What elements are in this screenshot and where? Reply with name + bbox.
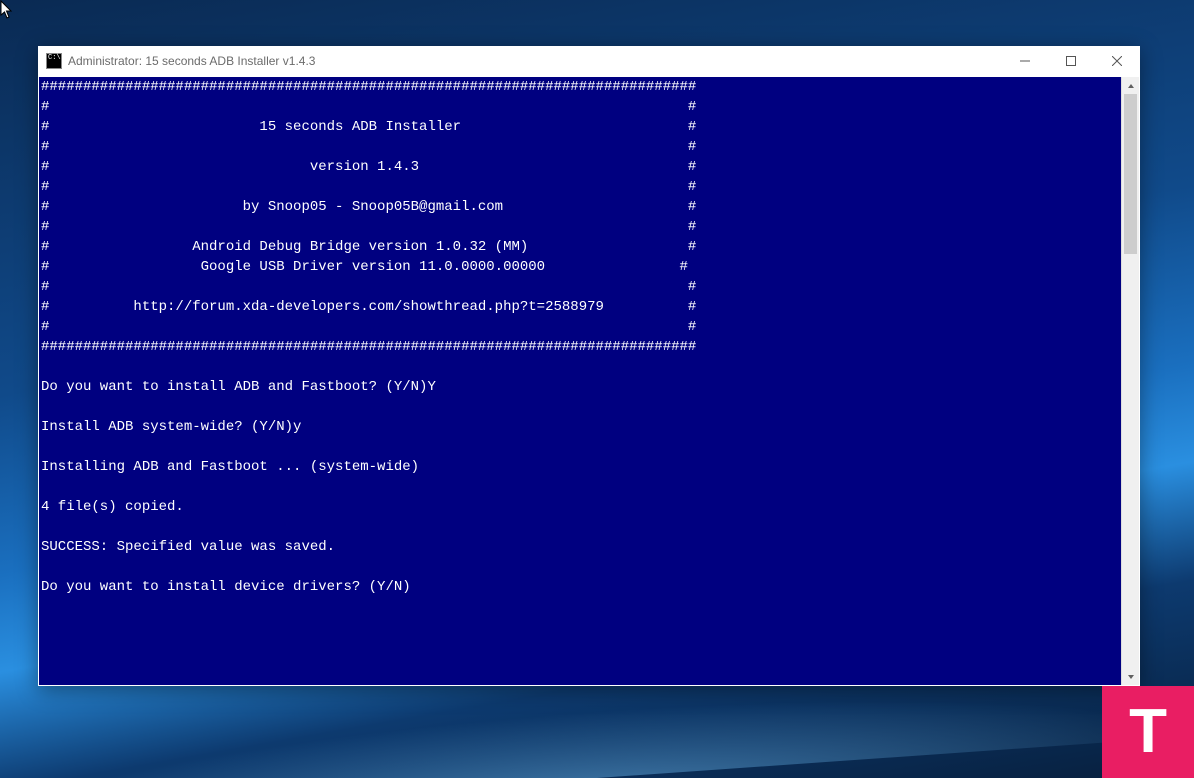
maximize-button[interactable] bbox=[1048, 46, 1094, 76]
status-files-copied: 4 file(s) copied. bbox=[41, 499, 184, 515]
console-window: Administrator: 15 seconds ADB Installer … bbox=[38, 46, 1140, 686]
console-output[interactable]: ########################################… bbox=[39, 77, 1121, 685]
scroll-thumb[interactable] bbox=[1124, 94, 1137, 254]
status-success: SUCCESS: Specified value was saved. bbox=[41, 539, 335, 555]
window-title: Administrator: 15 seconds ADB Installer … bbox=[68, 54, 315, 68]
close-button[interactable] bbox=[1094, 46, 1140, 76]
banner-author: # by Snoop05 - Snoop05B@gmail.com # bbox=[41, 199, 696, 215]
watermark-badge: T bbox=[1102, 686, 1194, 778]
titlebar[interactable]: Administrator: 15 seconds ADB Installer … bbox=[38, 46, 1140, 76]
cmd-icon bbox=[46, 53, 62, 69]
window-controls bbox=[1002, 46, 1140, 76]
prompt-install-drivers: Do you want to install device drivers? (… bbox=[41, 579, 411, 595]
scroll-down-arrow-icon[interactable] bbox=[1122, 668, 1139, 685]
prompt-system-wide: Install ADB system-wide? (Y/N)y bbox=[41, 419, 301, 435]
banner-url: # http://forum.xda-developers.com/showth… bbox=[41, 299, 696, 315]
scroll-up-arrow-icon[interactable] bbox=[1122, 77, 1139, 94]
banner-bottom: ########################################… bbox=[41, 339, 696, 355]
mouse-cursor-icon bbox=[0, 0, 14, 20]
banner-blank: # # bbox=[41, 139, 696, 155]
banner-blank: # # bbox=[41, 319, 696, 335]
banner-version: # version 1.4.3 # bbox=[41, 159, 696, 175]
desktop-background: Administrator: 15 seconds ADB Installer … bbox=[0, 0, 1194, 778]
banner-title: # 15 seconds ADB Installer # bbox=[41, 119, 696, 135]
status-installing: Installing ADB and Fastboot ... (system-… bbox=[41, 459, 419, 475]
banner-blank: # # bbox=[41, 99, 696, 115]
banner-blank: # # bbox=[41, 179, 696, 195]
banner-blank: # # bbox=[41, 219, 696, 235]
watermark-letter: T bbox=[1129, 701, 1167, 763]
banner-adb-version: # Android Debug Bridge version 1.0.32 (M… bbox=[41, 239, 696, 255]
banner-driver-version: # Google USB Driver version 11.0.0000.00… bbox=[41, 259, 688, 275]
prompt-install-adb: Do you want to install ADB and Fastboot?… bbox=[41, 379, 436, 395]
console-client-area: ########################################… bbox=[38, 76, 1140, 686]
banner-blank: # # bbox=[41, 279, 696, 295]
banner-top: ########################################… bbox=[41, 79, 696, 95]
minimize-button[interactable] bbox=[1002, 46, 1048, 76]
vertical-scrollbar[interactable] bbox=[1121, 77, 1139, 685]
